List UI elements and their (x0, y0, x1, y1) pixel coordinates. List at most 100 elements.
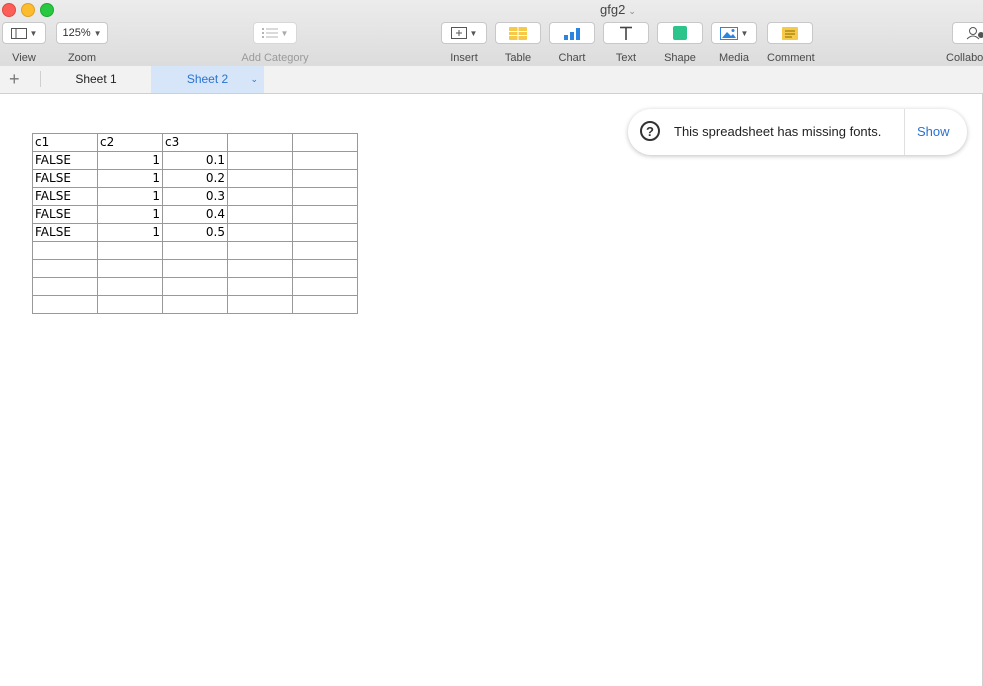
text-button[interactable] (603, 22, 649, 44)
fullscreen-window-button[interactable] (40, 3, 54, 17)
tab-sheet-1[interactable]: Sheet 1 (42, 66, 150, 93)
data-table: c1 c2 c3 FALSE 1 0.1 FALSE 1 0.2 FALSE 1 0.3 FALSE 1 0… (32, 133, 358, 314)
table-cell[interactable] (227, 205, 293, 224)
shape-tool[interactable]: Shape (657, 22, 703, 64)
table-cell[interactable] (227, 277, 293, 296)
table-cell[interactable] (292, 151, 358, 170)
table-cell[interactable] (97, 241, 163, 260)
table-cell[interactable]: c2 (97, 133, 163, 152)
table-cell[interactable]: FALSE (32, 169, 98, 188)
text-tool[interactable]: Text (603, 22, 649, 64)
zoom-button[interactable]: 125% ▼ (56, 22, 108, 44)
view-label: View (12, 52, 36, 64)
table-cell[interactable] (292, 187, 358, 206)
comment-button[interactable] (767, 22, 813, 44)
table-cell[interactable]: FALSE (32, 223, 98, 242)
table-cell[interactable]: c1 (32, 133, 98, 152)
chart-button[interactable] (549, 22, 595, 44)
table-cell[interactable] (162, 259, 228, 278)
table-cell[interactable] (292, 169, 358, 188)
table-row: FALSE 1 0.5 (32, 223, 358, 242)
table-cell[interactable]: 1 (97, 169, 163, 188)
table-cell[interactable] (162, 295, 228, 314)
table-row: FALSE 1 0.1 (32, 151, 358, 170)
table-cell[interactable]: FALSE (32, 151, 98, 170)
chart-tool[interactable]: Chart (549, 22, 595, 64)
shape-button[interactable] (657, 22, 703, 44)
chevron-down-icon: ▼ (280, 28, 289, 38)
add-sheet-icon[interactable]: + (9, 69, 20, 89)
table-cell[interactable] (227, 241, 293, 260)
table-cell[interactable] (227, 133, 293, 152)
table-cell[interactable] (292, 205, 358, 224)
view-button[interactable]: ▼ (2, 22, 46, 44)
missing-fonts-notice: ? This spreadsheet has missing fonts. Sh… (628, 109, 967, 155)
media-button[interactable]: ▼ (711, 22, 757, 44)
table-cell[interactable]: 0.1 (162, 151, 228, 170)
media-label: Media (719, 52, 749, 64)
table-cell[interactable] (97, 259, 163, 278)
table-cell[interactable] (292, 223, 358, 242)
table-cell[interactable]: 1 (97, 223, 163, 242)
table-cell[interactable]: FALSE (32, 187, 98, 206)
table-cell[interactable] (32, 259, 98, 278)
collaborate-button[interactable] (952, 22, 983, 44)
table-button[interactable] (495, 22, 541, 44)
zoom-value: 125% (62, 27, 91, 39)
insert-menu[interactable]: ▼ Insert (441, 22, 487, 64)
tab-label: Sheet 2 (186, 72, 229, 86)
table-cell[interactable]: c3 (162, 133, 228, 152)
chevron-down-icon[interactable]: ⌄ (250, 66, 258, 93)
zoom-menu[interactable]: 125% ▼ Zoom (56, 22, 108, 64)
table-cell[interactable] (227, 187, 293, 206)
table-cell[interactable] (32, 241, 98, 260)
show-fonts-button[interactable]: Show (917, 124, 950, 139)
shape-label: Shape (664, 52, 696, 64)
table-cell[interactable] (97, 295, 163, 314)
table-cell[interactable] (162, 277, 228, 296)
table-cell[interactable] (32, 277, 98, 296)
add-category-label: Add Category (241, 52, 309, 64)
table-cell[interactable]: 0.5 (162, 223, 228, 242)
add-category-button[interactable]: ▼ (253, 22, 297, 44)
image-icon (719, 26, 738, 40)
table-cell[interactable] (227, 169, 293, 188)
table-cell[interactable] (32, 295, 98, 314)
table-label: Table (504, 52, 532, 64)
table-cell[interactable] (292, 295, 358, 314)
table-tool[interactable]: Table (495, 22, 541, 64)
view-menu[interactable]: ▼ View (2, 22, 46, 64)
comment-tool[interactable]: Comment (767, 22, 815, 64)
table-cell[interactable] (162, 241, 228, 260)
collaborate-tool[interactable]: Collabo (946, 22, 983, 64)
table-cell[interactable] (227, 223, 293, 242)
table-cell[interactable]: 1 (97, 187, 163, 206)
table-cell[interactable] (97, 277, 163, 296)
document-title[interactable]: gfg2 ⌄ (600, 2, 636, 17)
insert-button[interactable]: ▼ (441, 22, 487, 44)
table-cell[interactable] (227, 151, 293, 170)
table-cell[interactable]: 0.2 (162, 169, 228, 188)
table-cell[interactable] (292, 277, 358, 296)
table-cell[interactable]: 0.3 (162, 187, 228, 206)
table-cell[interactable] (292, 241, 358, 260)
table-cell[interactable] (227, 295, 293, 314)
tab-sheet-2[interactable]: Sheet 2 ⌄ (151, 66, 264, 93)
title-bar: gfg2 ⌄ ▼ View 125% ▼ Zoom ▼ Add Category … (0, 0, 983, 67)
minimize-window-button[interactable] (21, 3, 35, 17)
table-cell[interactable]: 1 (97, 205, 163, 224)
notice-message: This spreadsheet has missing fonts. (674, 124, 882, 139)
table-cell[interactable]: 0.4 (162, 205, 228, 224)
person-add-icon (966, 27, 983, 40)
add-category-menu[interactable]: ▼ Add Category (236, 22, 314, 64)
table-cell[interactable]: FALSE (32, 205, 98, 224)
insert-icon (450, 27, 467, 39)
table-cell[interactable] (227, 259, 293, 278)
chevron-down-icon: ⌄ (628, 6, 636, 16)
media-menu[interactable]: ▼ Media (711, 22, 757, 64)
table-cell[interactable] (292, 259, 358, 278)
sheet-tab-bar: + Sheet 1 Sheet 2 ⌄ (0, 66, 983, 94)
table-cell[interactable] (292, 133, 358, 152)
table-cell[interactable]: 1 (97, 151, 163, 170)
close-window-button[interactable] (2, 3, 16, 17)
